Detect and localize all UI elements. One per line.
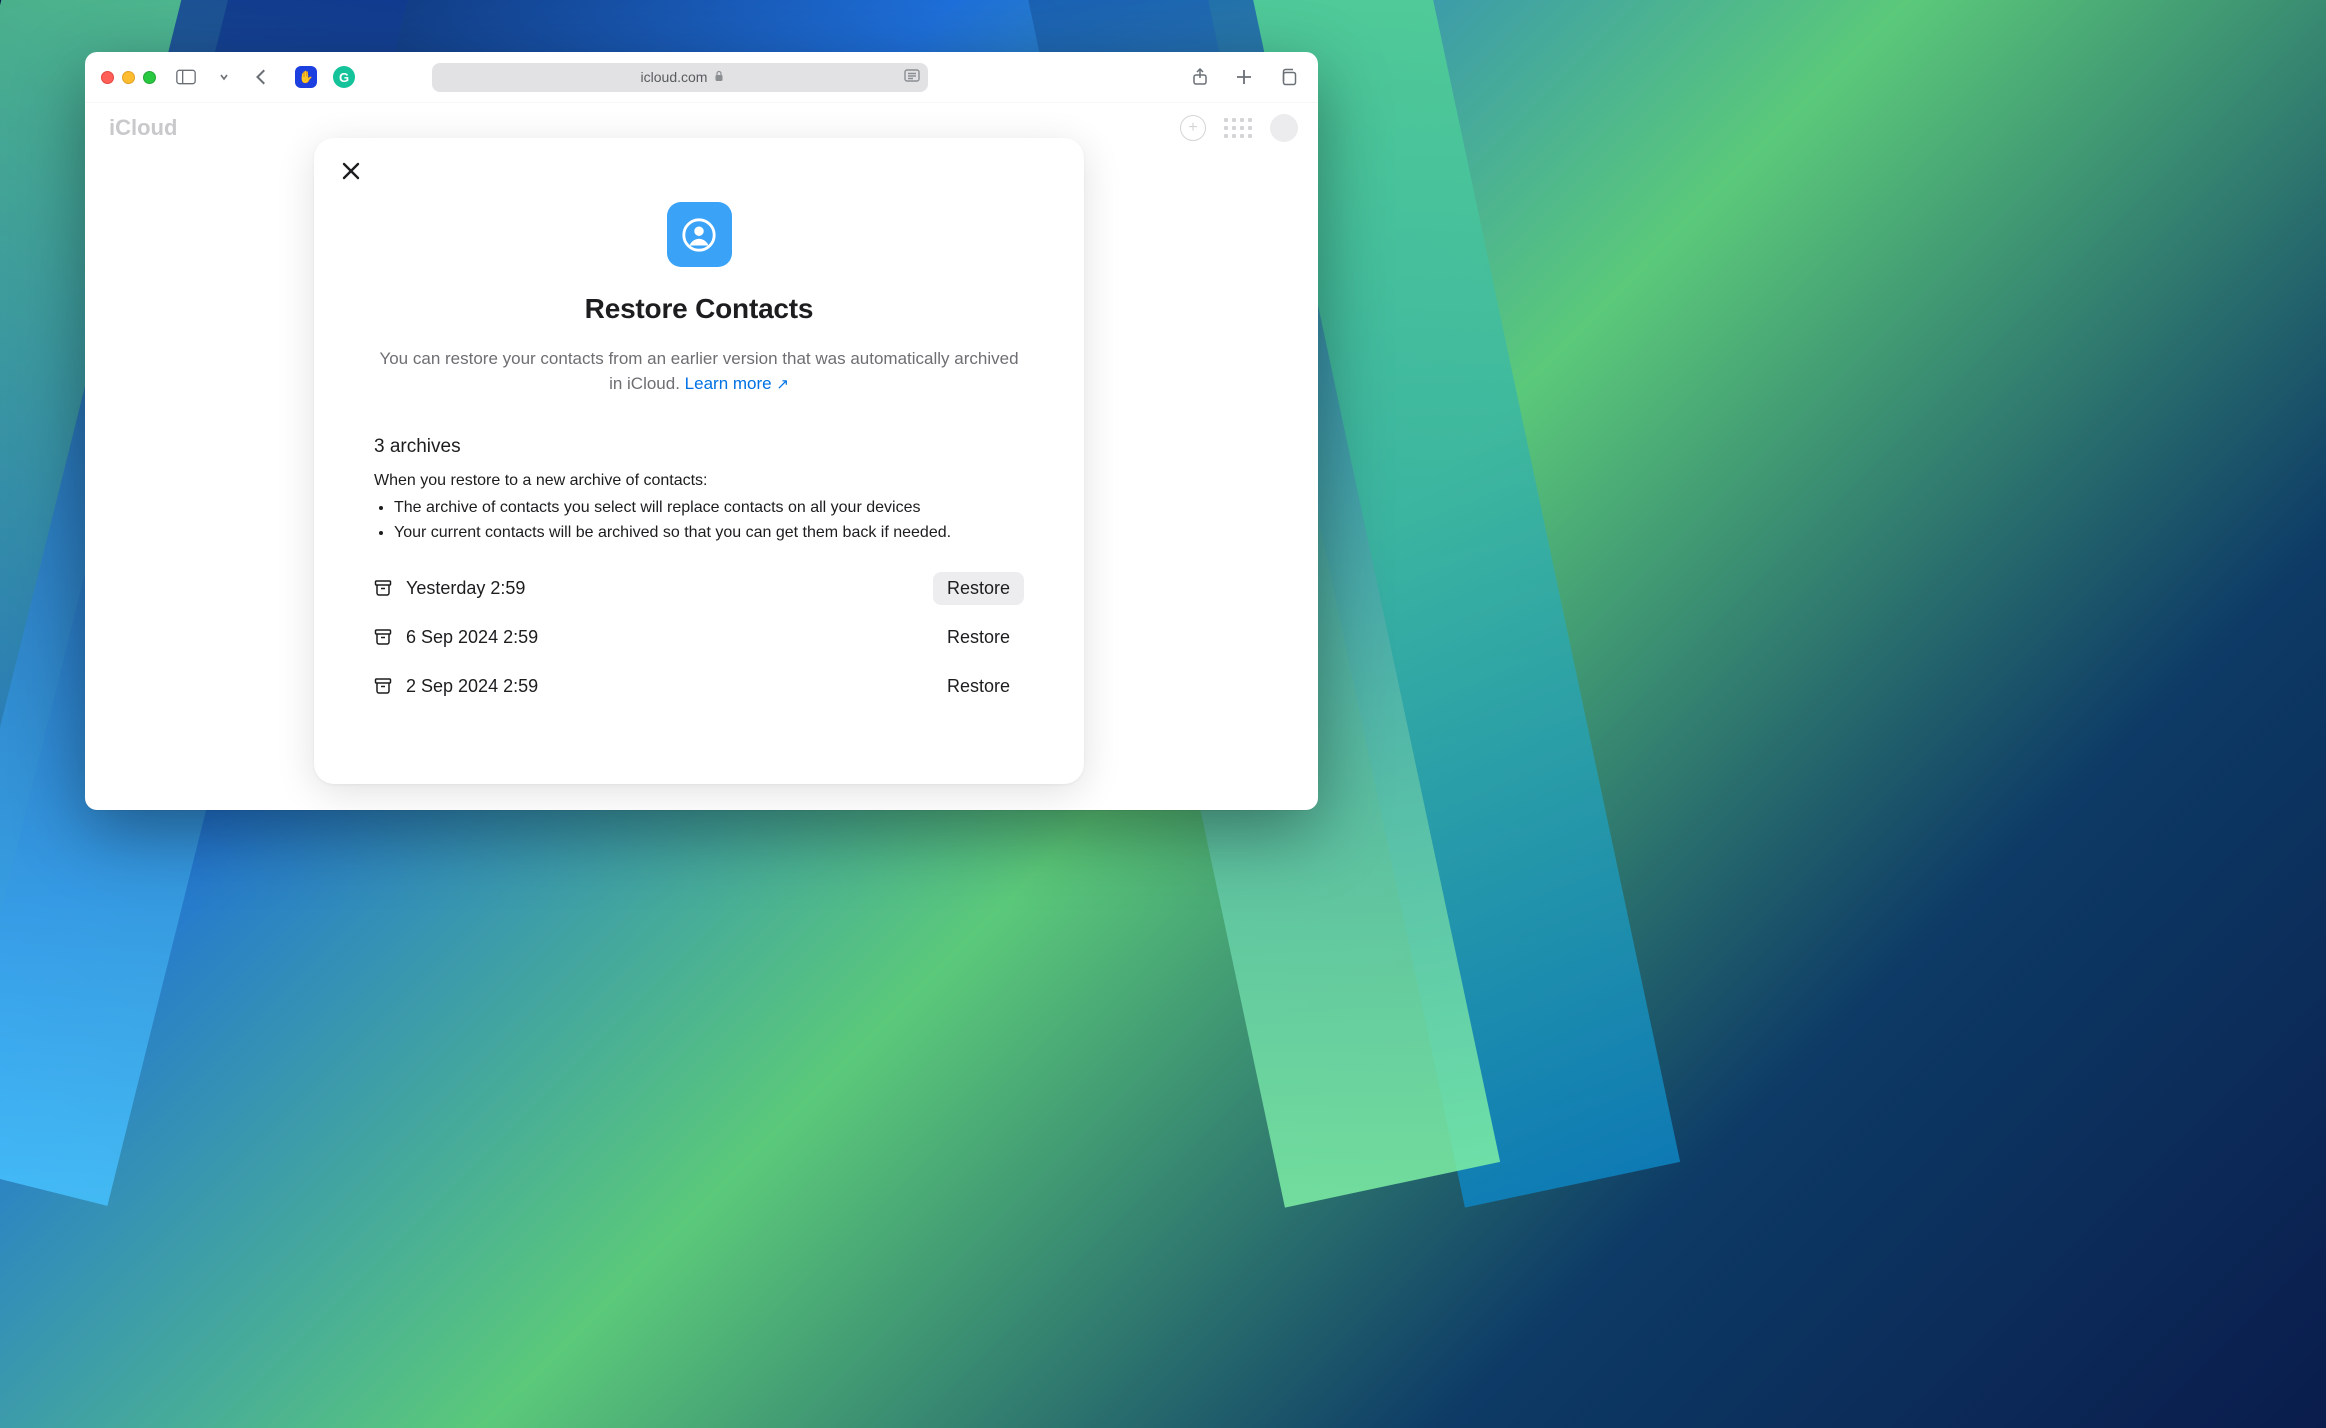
restore-contacts-modal: Restore Contacts You can restore your co… — [314, 138, 1084, 784]
learn-more-link[interactable]: Learn more ↗ — [685, 374, 789, 393]
back-button[interactable] — [248, 63, 276, 91]
restore-button[interactable]: Restore — [933, 670, 1024, 703]
address-bar[interactable]: icloud.com — [432, 63, 928, 92]
address-host: icloud.com — [641, 69, 708, 85]
privacy-extension-icon[interactable]: ✋ — [292, 63, 320, 91]
share-button[interactable] — [1186, 63, 1214, 91]
archives-count: 3 archives — [374, 436, 1024, 458]
archive-row: Yesterday 2:59 Restore — [374, 572, 1024, 605]
account-avatar[interactable] — [1270, 114, 1298, 142]
sidebar-toggle-button[interactable] — [172, 63, 200, 91]
close-window-button[interactable] — [101, 71, 114, 84]
safari-toolbar: ✋ G icloud.com — [85, 52, 1318, 103]
restore-note: When you restore to a new archive of con… — [374, 472, 1024, 490]
brand-label: iCloud — [109, 115, 177, 141]
reader-mode-icon[interactable] — [904, 69, 920, 85]
archive-date: Yesterday 2:59 — [406, 578, 525, 599]
restore-button[interactable]: Restore — [933, 621, 1024, 654]
modal-description: You can restore your contacts from an ea… — [374, 347, 1024, 396]
archive-icon — [374, 628, 392, 646]
archive-date: 6 Sep 2024 2:59 — [406, 627, 538, 648]
new-tab-button[interactable] — [1230, 63, 1258, 91]
window-controls — [101, 71, 156, 84]
minimize-window-button[interactable] — [122, 71, 135, 84]
restore-bullets: The archive of contacts you select will … — [374, 496, 1024, 546]
close-modal-button[interactable] — [336, 156, 366, 186]
grammarly-extension-icon[interactable]: G — [330, 63, 358, 91]
archive-icon — [374, 579, 392, 597]
archive-row: 6 Sep 2024 2:59 Restore — [374, 621, 1024, 654]
contacts-app-icon — [667, 202, 732, 267]
restore-button[interactable]: Restore — [933, 572, 1024, 605]
tab-group-dropdown[interactable] — [210, 63, 238, 91]
archive-list: Yesterday 2:59 Restore 6 Sep 2024 2:59 R… — [374, 572, 1024, 703]
app-launcher-button[interactable] — [1224, 118, 1252, 138]
archive-icon — [374, 677, 392, 695]
safari-window: ✋ G icloud.com — [85, 52, 1318, 810]
restore-bullet: The archive of contacts you select will … — [394, 496, 1024, 521]
fullscreen-window-button[interactable] — [143, 71, 156, 84]
restore-bullet: Your current contacts will be archived s… — [394, 521, 1024, 546]
archive-date: 2 Sep 2024 2:59 — [406, 676, 538, 697]
icloud-brand[interactable]: iCloud — [105, 115, 177, 141]
modal-title: Restore Contacts — [314, 293, 1084, 325]
external-link-icon: ↗ — [776, 376, 789, 393]
tab-overview-button[interactable] — [1274, 63, 1302, 91]
lock-icon — [713, 69, 725, 85]
archive-row: 2 Sep 2024 2:59 Restore — [374, 670, 1024, 703]
create-button[interactable]: + — [1180, 115, 1206, 141]
